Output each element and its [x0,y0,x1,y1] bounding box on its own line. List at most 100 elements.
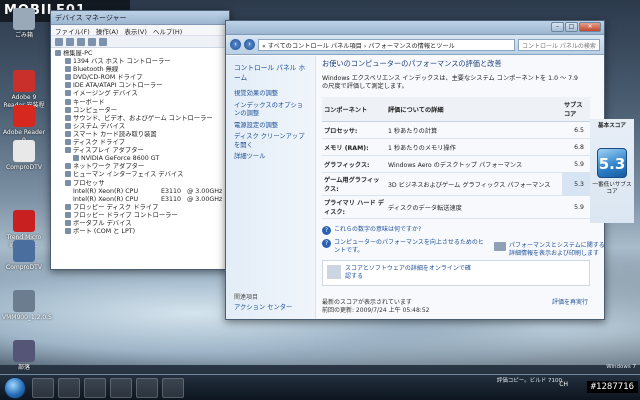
close-button[interactable]: ✕ [579,22,601,32]
sidebar-link-visual-effects[interactable]: 視覚効果の調整 [234,90,307,99]
print-details[interactable]: パフォーマンスとシステムに関する詳細情報を表示および印刷します [494,242,606,257]
score-component: グラフィックス: [322,155,386,173]
breadcrumb[interactable]: « すべてのコントロール パネル項目 › パフォーマンスの情報とツール [258,38,515,51]
device-tree-item[interactable]: 標集屋-PC [55,50,225,58]
help-meaning-link[interactable]: これらの数字の意味は何ですか? [334,226,421,234]
desktop-icon[interactable]: ごみ箱 [2,8,46,40]
score-score: 6.8 [562,138,590,156]
build-watermark: 評価コピー。ビルド 7100 [496,378,562,384]
device-tree-item[interactable]: 1394 バス ホスト コントローラー [55,58,225,66]
device-tree-item[interactable]: ネットワーク アダプター [55,163,225,171]
cpu-item[interactable]: Intel(R) Xeon(R) CPU E3110 @ 3.00GHz [55,196,225,204]
cpu-freq: @ 3.00GHz [187,195,223,203]
device-tree-item[interactable]: IDE ATA/ATAPI コントローラー [55,82,225,90]
desktop-icon-label: ComproDTV [6,164,42,171]
maximize-button[interactable]: □ [565,22,578,32]
taskbar-ie-icon[interactable] [32,378,54,398]
device-icon [55,50,61,56]
device-icon [65,66,71,73]
performance-titlebar[interactable]: – □ ✕ [226,21,604,35]
device-tree-item[interactable]: イメージング デバイス [55,90,225,98]
device-tree-item[interactable]: スマート カード読み取り装置 [55,130,225,139]
taskbar-device-manager-icon[interactable] [162,378,184,398]
desktop-icon[interactable]: ComproDTV [2,240,46,272]
menu-help[interactable]: ヘルプ(H) [153,26,182,36]
menu-file[interactable]: ファイル(F) [55,26,90,36]
device-tree-item[interactable]: システム デバイス [55,122,225,131]
device-tree-label: 標集屋-PC [63,50,93,57]
device-tree-item[interactable]: プロセッサ [55,179,225,188]
cpu-name: Intel(R) Xeon(R) CPU [73,195,139,203]
desktop-icon[interactable]: Adobe Reader 9 [2,105,46,145]
device-manager-window[interactable]: デバイス マネージャー ファイル(F) 操作(A) 表示(V) ヘルプ(H) 標… [50,10,230,270]
device-tree-item[interactable]: Bluetooth 無線 [55,66,225,74]
print-details-link[interactable]: パフォーマンスとシステムに関する詳細情報を表示および印刷します [509,242,606,257]
app-icon [13,210,35,232]
search-input[interactable]: コントロール パネルの検索 [518,38,600,51]
action-center-link[interactable]: アクション センター [234,302,292,311]
desktop-icon[interactable]: ComproDTV [2,140,46,172]
menu-view[interactable]: 表示(V) [124,26,147,36]
desktop-icon[interactable]: 部落 [2,340,46,372]
back-icon[interactable] [55,38,63,46]
rerun-assessment-link[interactable]: 評価を再実行 [552,299,588,307]
sidebar-link-indexing[interactable]: インデックスのオプションの調整 [234,102,307,119]
back-icon[interactable]: ‹ [230,39,241,50]
taskbar-media-icon[interactable] [84,378,106,398]
score-detail: 3D ビジネスおよびゲーム グラフィックス パフォーマンス [386,172,562,196]
device-tree-item[interactable]: コンピューター [55,106,225,115]
scan-hardware-icon[interactable] [99,38,107,46]
device-tree-item[interactable]: ポータブル デバイス [55,219,225,228]
minimize-button[interactable]: – [551,22,564,32]
device-manager-titlebar[interactable]: デバイス マネージャー [51,11,229,25]
device-icon [65,130,71,137]
help-meaning[interactable]: ? これらの数字の意味は何ですか? [322,226,596,235]
sidebar-link-advanced-tools[interactable]: 詳細ツール [234,153,307,162]
device-tree-item[interactable]: サウンド、ビデオ、およびゲーム コントローラー [55,114,225,123]
device-tree-item[interactable]: フロッピー ディスク ドライブ [55,203,225,212]
device-icon [65,219,71,226]
desktop-icon-label: VMM900_1.2.0.5 [2,314,52,321]
online-details-link[interactable]: スコアとソフトウェアの詳細をオンラインで確認する [345,265,475,281]
cpu-item[interactable]: Intel(R) Xeon(R) CPU E3110 @ 3.00GHz [55,188,225,196]
device-tree-item[interactable]: NVIDIA GeForce 8600 GT [55,155,225,163]
address-bar: ‹ › « すべてのコントロール パネル項目 › パフォーマンスの情報とツール … [226,35,604,55]
device-tree-item[interactable]: ディスク ドライブ [55,139,225,147]
device-tree-label: IDE ATA/ATAPI コントローラー [73,82,163,90]
device-tree-item[interactable]: ポート (COM と LPT) [55,228,225,236]
main-content: お使いのコンピューターのパフォーマンスの評価と改善 Windows エクスペリエ… [322,59,634,315]
device-tree-item[interactable]: フロッピー ドライブ コントローラー [55,211,225,220]
app-icon [13,8,35,30]
help-icon[interactable] [88,38,96,46]
help-tips-link[interactable]: コンピューターのパフォーマンスを向上させるためのヒントです。 [334,239,484,254]
os-watermark: Windows 7 [606,364,636,371]
device-tree-item[interactable]: キーボード [55,98,225,107]
device-tree-label: フロッピー ディスク ドライブ [73,203,159,211]
device-tree-item[interactable]: ディスプレイ アダプター [55,147,225,155]
app-icon [13,240,35,262]
sidebar-link-power[interactable]: 電源設定の調整 [234,122,307,131]
menu-action[interactable]: 操作(A) [96,26,119,36]
performance-window[interactable]: – □ ✕ ‹ › « すべてのコントロール パネル項目 › パフォーマンスの情… [225,20,634,320]
base-score-caption: 一番低いサブスコア [592,182,632,195]
device-tree-label: ヒューマン インターフェイス デバイス [73,171,184,179]
forward-icon[interactable]: › [244,39,255,50]
control-panel-home-link[interactable]: コントロール パネル ホーム [234,62,307,82]
online-details[interactable]: スコアとソフトウェアの詳細をオンラインで確認する [322,260,590,286]
forward-icon[interactable] [66,38,74,46]
taskbar-app-icon[interactable] [110,378,132,398]
device-tree-label: ディスプレイ アダプター [73,147,144,155]
app-icon [13,105,35,127]
device-tree-item[interactable]: ヒューマン インターフェイス デバイス [55,171,225,179]
device-tree-item[interactable]: DVD/CD-ROM ドライブ [55,74,225,82]
desktop-icon[interactable]: VMM900_1.2.0.5 [2,290,52,322]
device-icon [65,203,71,210]
device-tree-label: スマート カード読み取り装置 [73,130,157,138]
sidebar-link-disk-cleanup[interactable]: ディスク クリーンアップを開く [234,133,307,150]
score-row: グラフィックス: Windows Aero のデスクトップ パフォーマンス 5.9 [322,155,590,173]
device-manager-title: デバイス マネージャー [55,14,127,22]
start-button[interactable] [4,377,26,399]
taskbar-explorer-icon[interactable] [58,378,80,398]
properties-icon[interactable] [77,38,85,46]
taskbar-control-panel-icon[interactable] [136,378,158,398]
